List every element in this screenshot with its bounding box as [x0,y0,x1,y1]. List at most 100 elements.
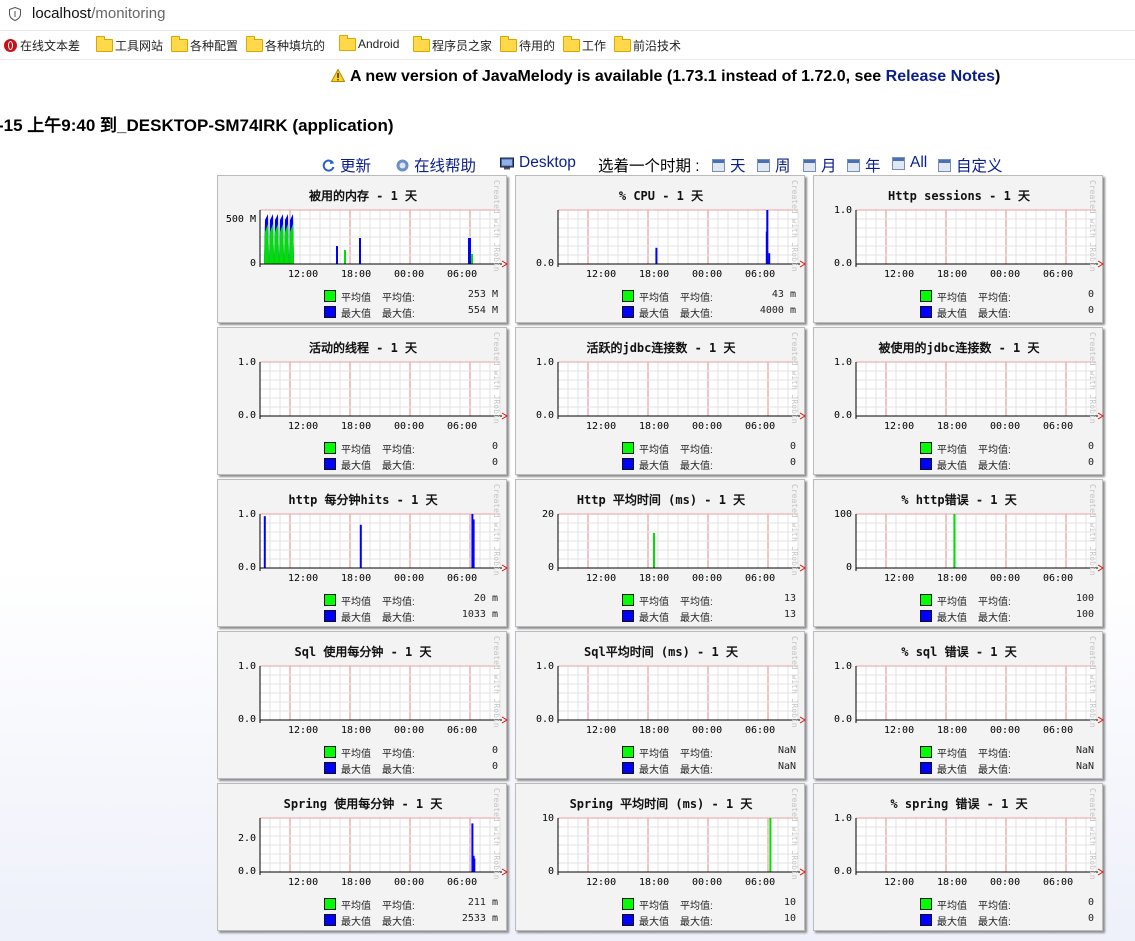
bookmark-0[interactable]: 在线文本差 [4,37,80,54]
x-tick-label: 18:00 [937,877,968,888]
axis-arrow-icon [501,868,508,876]
legend-value: 0 [1087,457,1094,468]
chart-panel[interactable]: Http 平均时间 (ms) - 1 天 Created with JRobin 2… [515,479,806,627]
chart-panel[interactable]: http 每分钟hits - 1 天 Created with JRobin 1.0… [217,479,508,627]
legend-swatch [622,442,634,454]
legend-swatch [622,290,634,302]
legend-value-label: 最大值: [978,765,1011,776]
y-tick-label: 0.0 [833,714,852,725]
x-tick-label: 12:00 [884,877,915,888]
chart-panel[interactable]: Spring 平均时间 (ms) - 1 天 Created with JRobi… [515,783,806,931]
period-day[interactable]: 天 [712,154,746,176]
watermark-text: Created with JRobin [790,636,799,728]
bookmark-1[interactable]: 工具网站 [96,36,164,54]
axis-arrow-icon [501,412,508,420]
chart-title: Sql 使用每分钟 - 1 天 [294,645,432,659]
chart-panel[interactable]: 被使用的jdbc连接数 - 1 天 Created with JRobin 1.0 0… [813,327,1104,475]
legend-value-label: 最大值: [978,917,1011,928]
release-notes-link[interactable]: Release Notes [886,68,995,85]
watermark-text: Created with JRobin [790,484,799,576]
bookmark-5[interactable]: 程序员之家 [413,36,492,54]
chart-panel[interactable]: Spring 使用每分钟 - 1 天 Created with JRobin 2.0… [217,783,508,931]
legend-value-label: 平均值: [382,749,415,760]
legend-value-label: 平均值: [680,597,713,608]
period-all[interactable]: All [892,154,927,172]
bookmark-2[interactable]: 各种配置 [171,36,238,54]
x-tick-label: 00:00 [394,421,425,432]
legend-avg: 平均值 平均值: 20 m [218,593,508,608]
legend-max: 最大值 最大值: NaN [516,761,806,776]
legend-series-name: 最大值 [341,765,371,776]
bookmark-3[interactable]: 各种填坑的 [246,36,325,54]
legend-value: 253 M [467,289,498,300]
x-tick-label: 18:00 [639,573,670,584]
y-tick-label: 1.0 [535,357,554,368]
legend-value-label: 最大值: [680,917,713,928]
period-custom[interactable]: 自定义 [938,154,1003,176]
legend-max: 最大值 最大值: 1033 m [218,609,508,624]
refresh-button[interactable]: 更新 [322,154,371,176]
legend-series-name: 平均值 [937,445,967,456]
legend-series-name: 平均值 [341,749,371,760]
chart-title: % http错误 - 1 天 [901,493,1017,507]
x-tick-label: 12:00 [288,877,319,888]
period-year[interactable]: 年 [847,154,881,176]
chart-panel[interactable]: 活跃的jdbc连接数 - 1 天 Created with JRobin 1.0 0.… [515,327,806,475]
x-tick-label: 06:00 [745,877,776,888]
legend-max: 最大值 最大值: NaN [814,761,1104,776]
y-tick-label: 0 [249,258,256,269]
period-week[interactable]: 周 [757,154,791,176]
x-tick-label: 06:00 [745,421,776,432]
chart-panel[interactable]: Http sessions - 1 天 Created with JRobin 1.… [813,175,1104,323]
legend-value: 100 [1075,609,1094,620]
bookmark-4[interactable]: Android [339,34,399,51]
bookmark-6[interactable]: 待用的 [500,36,555,54]
y-tick-label: 0.0 [833,866,852,877]
opera-icon [4,39,17,52]
legend-value: 0 [789,441,796,452]
y-tick-label: 0 [547,866,554,877]
legend-swatch [622,610,634,622]
period-all-label: All [910,154,928,171]
url-text[interactable]: localhost/monitoring [32,5,165,22]
chart-panel[interactable]: % http错误 - 1 天 Created with JRobin 100 0 12:… [813,479,1104,627]
legend-value: 2533 m [461,913,498,924]
help-button[interactable]: 在线帮助 [396,154,476,176]
legend-series-name: 最大值 [937,309,967,320]
legend-value-label: 平均值: [978,445,1011,456]
axis-arrow-icon [799,564,806,572]
memory-avg-bar [471,254,473,264]
chart-title: % spring 错误 - 1 天 [890,797,1028,811]
memory-avg-bar [344,250,346,264]
bookmark-8[interactable]: 前沿技术 [614,36,681,54]
chart-panel[interactable]: % sql 错误 - 1 天 Created with JRobin 1.0 0.0 1… [813,631,1104,779]
chart-panel[interactable]: % CPU - 1 天 Created with JRobin 0.0 12:00 18… [515,175,806,323]
chart-title: Spring 平均时间 (ms) - 1 天 [569,797,753,811]
address-bar[interactable]: localhost/monitoring [0,0,1135,31]
watermark-text: Created with JRobin [790,788,799,880]
desktop-button[interactable]: Desktop [500,154,576,172]
legend-max: 最大值 最大值: 0 [218,761,508,776]
legend-avg: 平均值 平均值: 0 [218,441,508,456]
x-tick-label: 00:00 [692,573,723,584]
chart-panel[interactable]: Sql平均时间 (ms) - 1 天 Created with JRobin 1.0… [515,631,806,779]
legend-value: 211 m [467,897,498,908]
watermark-text: Created with JRobin [1088,332,1097,424]
legend-value: 0 [491,745,498,756]
x-tick-label: 12:00 [288,573,319,584]
calendar-icon [892,156,905,170]
legend-value-label: 平均值: [382,445,415,456]
period-month[interactable]: 月 [803,154,837,176]
legend-value: 0 [491,441,498,452]
bookmark-7[interactable]: 工作 [563,36,606,54]
chart-panel[interactable]: % spring 错误 - 1 天 Created with JRobin 1.0 0… [813,783,1104,931]
chart-panel[interactable]: 被用的内存 - 1 天 Created with JRobin 500 M 0 12:0… [217,175,508,323]
x-tick-label: 06:00 [1043,877,1074,888]
bookmark-label: 工具网站 [115,39,164,53]
legend-series-name: 最大值 [341,613,371,624]
legend-value: 0 [1087,441,1094,452]
legend-series-name: 平均值 [639,445,669,456]
chart-panel[interactable]: Sql 使用每分钟 - 1 天 Created with JRobin 1.0 0.0… [217,631,508,779]
y-tick-label: 1.0 [833,661,852,672]
chart-panel[interactable]: 活动的线程 - 1 天 Created with JRobin 1.0 0.0 12:0… [217,327,508,475]
